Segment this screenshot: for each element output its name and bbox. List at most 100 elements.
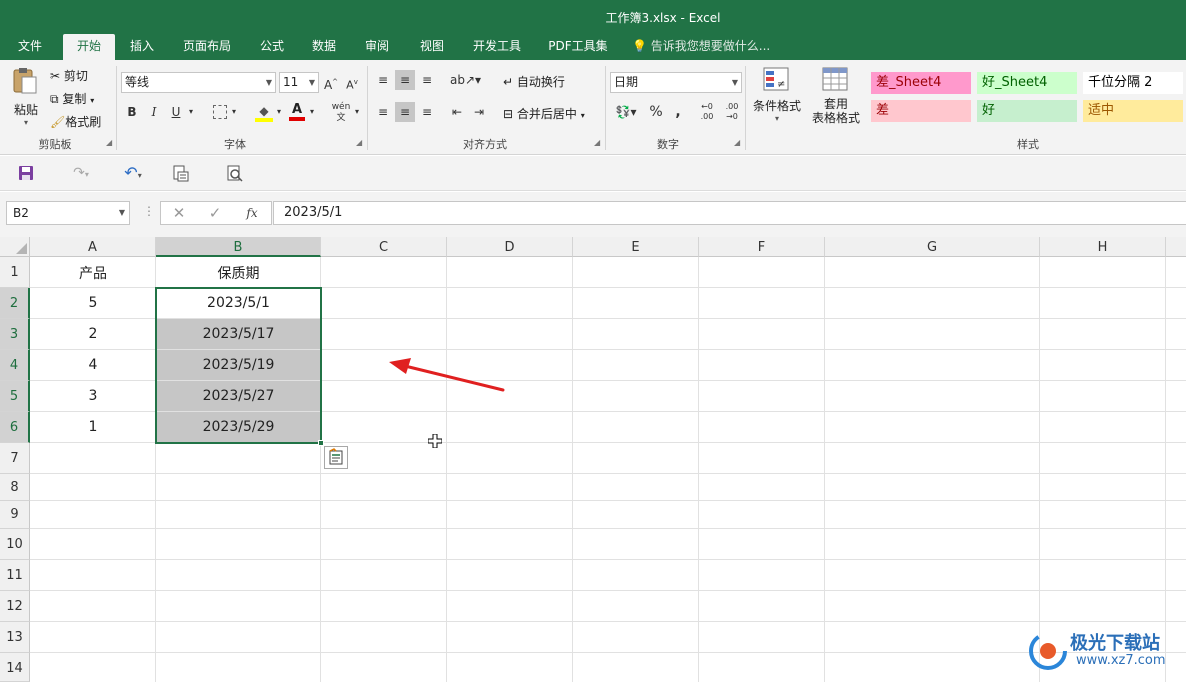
fill-dropdown-icon[interactable]: ▾: [274, 102, 284, 122]
row-header-4[interactable]: 4: [0, 350, 30, 381]
cell-style-good[interactable]: 好: [977, 100, 1077, 122]
quick-analysis-button[interactable]: [324, 446, 348, 469]
column-header-g[interactable]: G: [825, 237, 1040, 257]
fill-color-icon[interactable]: ◆: [255, 104, 273, 122]
undo-icon[interactable]: ↶▾: [116, 163, 150, 186]
cell-a3[interactable]: 2: [30, 326, 156, 342]
cell-style-bad[interactable]: 差: [871, 100, 971, 122]
redo-icon[interactable]: ↷▾: [66, 163, 96, 185]
row-header-13[interactable]: 13: [0, 622, 30, 653]
row-header-7[interactable]: 7: [0, 443, 30, 474]
cell-style-neutral[interactable]: 适中: [1083, 100, 1183, 122]
column-header-a[interactable]: A: [30, 237, 156, 257]
format-as-table-button[interactable]: 套用 表格格式: [806, 66, 866, 132]
conditional-format-button[interactable]: ≠ 条件格式 ▾: [750, 66, 804, 132]
dialog-launcher-icon[interactable]: ◢: [106, 138, 112, 147]
column-header-e[interactable]: E: [573, 237, 699, 257]
cell-style-good-sheet4[interactable]: 好_Sheet4: [977, 72, 1077, 94]
copy-button[interactable]: ⧉ 复制 ▾: [50, 90, 94, 107]
row-header-11[interactable]: 11: [0, 560, 30, 591]
tab-home[interactable]: 开始: [63, 34, 115, 60]
tab-developer[interactable]: 开发工具: [462, 34, 532, 60]
percent-button[interactable]: %: [648, 102, 664, 122]
align-bottom-icon[interactable]: ≡: [418, 70, 436, 90]
row-header-2[interactable]: 2: [0, 288, 30, 319]
cell-a5[interactable]: 3: [30, 388, 156, 404]
cell-style-comma-2[interactable]: 千位分隔 2: [1083, 72, 1183, 94]
borders-dropdown-icon[interactable]: ▾: [229, 102, 239, 122]
increase-decimal-icon[interactable]: ←0.00: [697, 102, 717, 122]
row-header-10[interactable]: 10: [0, 529, 30, 560]
column-header-c[interactable]: C: [321, 237, 447, 257]
tab-page-layout[interactable]: 页面布局: [172, 34, 242, 60]
spreadsheet-grid[interactable]: A B C D E F G H 1 2 3 4 5 6 7 8 9 10 11 …: [0, 237, 1186, 682]
grow-font-icon[interactable]: A^: [323, 72, 339, 95]
phonetic-icon[interactable]: wén 文: [330, 102, 352, 124]
row-header-14[interactable]: 14: [0, 653, 30, 682]
column-header-h[interactable]: H: [1040, 237, 1166, 257]
borders-icon[interactable]: [213, 105, 227, 119]
print-preview-icon[interactable]: [172, 165, 190, 183]
row-header-8[interactable]: 8: [0, 474, 30, 501]
tab-review[interactable]: 审阅: [355, 34, 399, 60]
row-header-5[interactable]: 5: [0, 381, 30, 412]
enter-icon[interactable]: ✓: [206, 203, 224, 223]
paste-dropdown-icon[interactable]: ▾: [10, 118, 42, 127]
accounting-format-icon[interactable]: 💱▾: [612, 102, 640, 122]
font-color-icon[interactable]: A: [289, 102, 305, 122]
quick-print-icon[interactable]: [226, 165, 244, 183]
cell-a1[interactable]: 产品: [30, 263, 156, 283]
tab-insert[interactable]: 插入: [120, 34, 164, 60]
increase-indent-icon[interactable]: ⇥: [470, 102, 488, 122]
insert-function-icon[interactable]: fx: [242, 203, 262, 223]
select-all-corner[interactable]: [0, 237, 30, 257]
paste-button[interactable]: 粘贴 ▾: [10, 66, 42, 127]
column-header-b[interactable]: B: [156, 237, 321, 257]
orientation-icon[interactable]: ab↗▾: [450, 70, 481, 90]
cut-button[interactable]: ✂ 剪切: [50, 67, 88, 84]
format-painter-button[interactable]: 🖌格式刷: [50, 113, 101, 130]
number-format-select[interactable]: 日期 ▼: [610, 72, 742, 93]
align-right-icon[interactable]: ≡: [418, 102, 436, 122]
align-center-icon[interactable]: ≡: [395, 102, 415, 122]
tab-data[interactable]: 数据: [302, 34, 346, 60]
tell-me-search[interactable]: 💡 告诉我您想要做什么...: [632, 34, 782, 60]
column-header-i[interactable]: [1166, 237, 1186, 257]
tab-file[interactable]: 文件: [6, 34, 54, 60]
cell-a2[interactable]: 5: [30, 295, 156, 311]
column-header-d[interactable]: D: [447, 237, 573, 257]
decrease-indent-icon[interactable]: ⇤: [448, 102, 466, 122]
row-header-1[interactable]: 1: [0, 257, 30, 288]
font-color-dropdown-icon[interactable]: ▾: [307, 102, 317, 122]
tab-pdf-tools[interactable]: PDF工具集: [540, 34, 616, 60]
align-left-icon[interactable]: ≡: [374, 102, 392, 122]
bold-button[interactable]: B: [123, 102, 141, 122]
shrink-font-icon[interactable]: Av: [344, 72, 360, 96]
font-size-select[interactable]: 11 ▼: [279, 72, 319, 93]
cell-a6[interactable]: 1: [30, 419, 156, 435]
wrap-text-button[interactable]: ↵ 自动换行: [503, 73, 565, 90]
align-top-icon[interactable]: ≡: [374, 70, 392, 90]
dialog-launcher-icon[interactable]: ◢: [594, 138, 600, 147]
dialog-launcher-icon[interactable]: ◢: [356, 138, 362, 147]
row-header-6[interactable]: 6: [0, 412, 30, 443]
cell-b1[interactable]: 保质期: [156, 263, 321, 283]
dialog-launcher-icon[interactable]: ◢: [734, 138, 740, 147]
cell-style-bad-sheet4[interactable]: 差_Sheet4: [871, 72, 971, 94]
name-box[interactable]: B2 ▼: [6, 201, 130, 225]
cancel-icon[interactable]: ✕: [170, 203, 188, 223]
merge-center-button[interactable]: ⊟ 合并后居中 ▾: [503, 105, 585, 122]
row-header-9[interactable]: 9: [0, 501, 30, 529]
tab-formulas[interactable]: 公式: [250, 34, 294, 60]
row-header-3[interactable]: 3: [0, 319, 30, 350]
tab-view[interactable]: 视图: [410, 34, 454, 60]
decrease-decimal-icon[interactable]: .00 →0: [722, 102, 742, 122]
align-middle-icon[interactable]: ≡: [395, 70, 415, 90]
column-header-f[interactable]: F: [699, 237, 825, 257]
cell-a4[interactable]: 4: [30, 357, 156, 373]
row-header-12[interactable]: 12: [0, 591, 30, 622]
comma-button[interactable]: ,: [672, 102, 684, 122]
font-name-select[interactable]: 等线 ▼: [121, 72, 276, 93]
underline-button[interactable]: U: [167, 102, 185, 122]
underline-dropdown-icon[interactable]: ▾: [186, 102, 196, 122]
